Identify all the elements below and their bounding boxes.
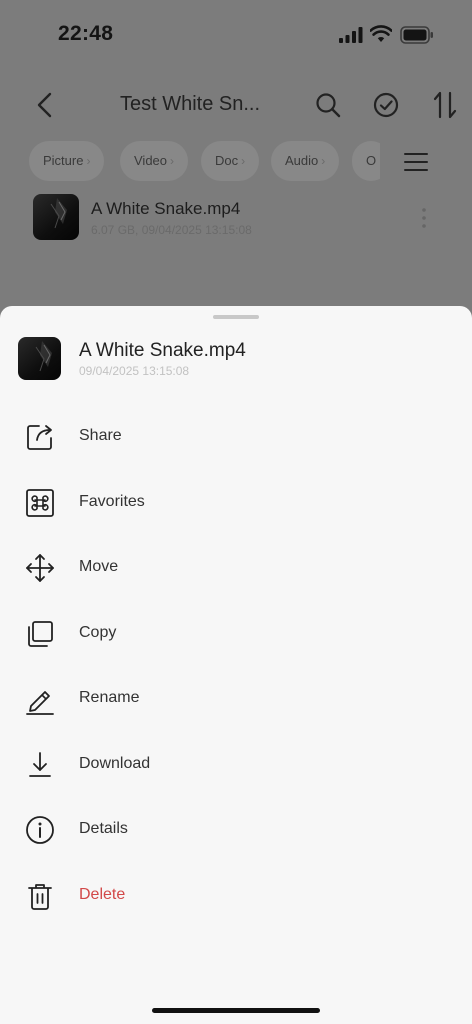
chevron-right-icon: › xyxy=(321,154,326,168)
action-label: Details xyxy=(79,820,128,837)
filter-chip-label: Video xyxy=(134,153,168,168)
copy-icon xyxy=(28,620,53,647)
action-label: Move xyxy=(79,558,119,575)
action-copy[interactable]: Copy xyxy=(0,601,472,667)
action-download[interactable]: Download xyxy=(0,732,472,798)
search-icon[interactable] xyxy=(314,91,342,119)
screen: 22:48 Test White Sn... Picture › Video ›… xyxy=(0,0,472,1024)
info-icon xyxy=(26,816,54,844)
sort-icon[interactable] xyxy=(432,90,458,120)
filter-chip-row: Picture › Video › Doc › Audio › O xyxy=(0,141,380,181)
battery-icon xyxy=(400,26,433,44)
hamburger-menu-icon[interactable] xyxy=(404,152,428,172)
sheet-file-date: 09/04/2025 13:15:08 xyxy=(79,364,190,378)
wifi-icon xyxy=(370,25,392,42)
file-list-item[interactable]: A White Snake.mp4 6.07 GB, 09/04/2025 13… xyxy=(0,190,472,246)
filter-chip-label: Doc xyxy=(215,153,239,168)
action-move[interactable]: Move xyxy=(0,535,472,601)
sheet-grab-handle[interactable] xyxy=(213,315,259,319)
status-bar: 22:48 xyxy=(0,0,472,70)
file-name: A White Snake.mp4 xyxy=(91,199,241,218)
filter-chip-video[interactable]: Video › xyxy=(120,141,189,181)
page-title: Test White Sn... xyxy=(120,93,261,115)
filter-chip-label: O xyxy=(366,153,377,168)
action-favorites[interactable]: Favorites xyxy=(0,470,472,536)
action-label: Delete xyxy=(79,885,126,903)
filter-chip-picture[interactable]: Picture › xyxy=(29,141,105,181)
action-bottom-sheet: A White Snake.mp4 09/04/2025 13:15:08 Sh… xyxy=(0,306,472,1024)
nav-bar: Test White Sn... xyxy=(0,80,472,130)
filter-chip-other[interactable]: O xyxy=(352,141,380,181)
filter-chip-doc[interactable]: Doc › xyxy=(201,141,260,181)
cellular-signal-icon xyxy=(339,27,363,43)
move-arrows-icon xyxy=(26,554,54,582)
video-thumbnail xyxy=(33,194,79,240)
trash-icon xyxy=(28,883,52,910)
action-rename[interactable]: Rename xyxy=(0,666,472,732)
download-icon xyxy=(29,751,51,777)
action-label: Favorites xyxy=(79,492,145,510)
action-details[interactable]: Details xyxy=(0,797,472,863)
sheet-file-header: A White Snake.mp4 09/04/2025 13:15:08 xyxy=(0,334,472,384)
home-indicator xyxy=(152,1008,320,1013)
chevron-right-icon: › xyxy=(241,154,246,168)
filter-chip-label: Audio xyxy=(285,153,319,168)
select-check-icon[interactable] xyxy=(372,91,400,119)
pencil-icon xyxy=(26,691,54,715)
chevron-right-icon: › xyxy=(86,154,91,168)
filter-chip-label: Picture xyxy=(43,153,84,168)
chevron-right-icon: › xyxy=(170,154,175,168)
video-thumbnail xyxy=(18,337,61,380)
back-chevron-icon[interactable] xyxy=(33,91,57,119)
command-icon xyxy=(26,488,54,517)
action-delete[interactable]: Delete xyxy=(0,863,472,929)
action-share[interactable]: Share xyxy=(0,404,472,470)
action-label: Copy xyxy=(79,623,117,641)
sheet-file-name: A White Snake.mp4 xyxy=(79,340,246,361)
file-meta: 6.07 GB, 09/04/2025 13:15:08 xyxy=(91,223,252,237)
action-label: Rename xyxy=(79,689,140,706)
filter-chip-audio[interactable]: Audio › xyxy=(271,141,340,181)
more-options-icon[interactable] xyxy=(418,206,430,230)
action-list: Share Favorites Move Copy Rename Downloa… xyxy=(0,404,472,928)
action-label: Share xyxy=(79,427,122,444)
status-time: 22:48 xyxy=(58,22,114,45)
share-icon xyxy=(27,425,52,450)
action-label: Download xyxy=(79,754,151,772)
